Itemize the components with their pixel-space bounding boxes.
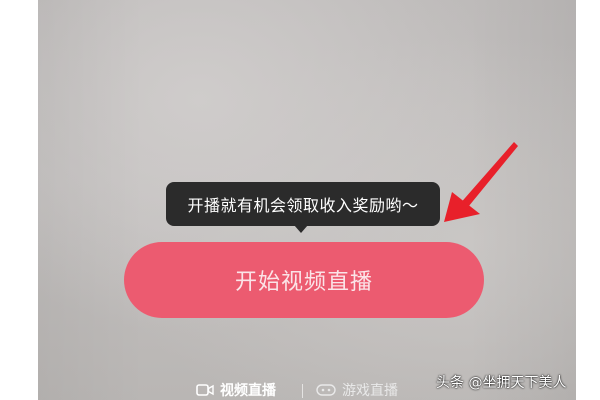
- tooltip-pointer: [294, 225, 308, 233]
- start-live-label: 开始视频直播: [234, 270, 373, 295]
- tooltip-text: 开播就有机会领取收入奖励哟～: [187, 196, 419, 215]
- video-camera-icon: [196, 384, 214, 396]
- red-arrow-annotation: [444, 142, 518, 222]
- tab-video-live-label: 视频直播: [220, 383, 276, 399]
- reward-tooltip: 开播就有机会领取收入奖励哟～: [166, 182, 440, 226]
- tab-divider: [302, 384, 303, 398]
- tab-video-live[interactable]: 视频直播: [196, 380, 276, 400]
- gamepad-icon: [316, 384, 336, 396]
- tab-game-live[interactable]: 游戏直播: [316, 380, 398, 400]
- start-live-button[interactable]: 开始视频直播: [124, 242, 484, 318]
- watermark: 头条 @坐拥天下美人: [436, 375, 567, 391]
- tab-game-live-label: 游戏直播: [342, 383, 398, 399]
